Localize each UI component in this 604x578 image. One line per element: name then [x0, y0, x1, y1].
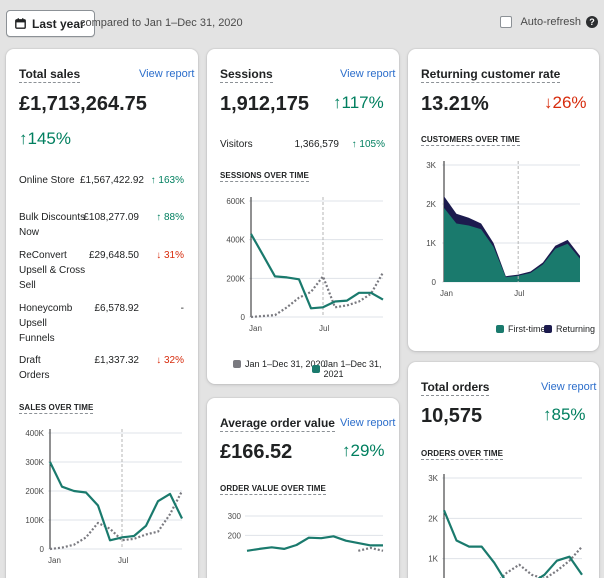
legend-returning-label: Returning	[556, 324, 596, 334]
total-sales-change: ↑145%	[19, 129, 71, 148]
orders-chart-title[interactable]: ORDERS OVER TIME	[421, 449, 504, 460]
sales-over-time-chart: 0 100K 200K 300K 400K Jan Jul	[25, 429, 183, 565]
returning-title[interactable]: Returning customer rate	[421, 67, 561, 83]
y-tick-label: 3K	[426, 161, 436, 170]
channel-name: Draft Orders	[19, 355, 50, 381]
channel-change: ↑ 88%	[156, 212, 184, 223]
y-tick-label: 600K	[226, 197, 245, 206]
channel-amount: £29,648.50	[88, 250, 139, 261]
sessions-change: ↑117%	[333, 93, 384, 112]
sales-chart-title[interactable]: SALES OVER TIME	[19, 403, 94, 414]
legend-current-label: Jan 1–Dec 31, 2021	[323, 359, 382, 379]
auto-refresh-label: Auto-refresh	[520, 16, 581, 28]
orders-over-time-chart: 1K 2K 3K	[428, 474, 583, 578]
x-tick-label: Jul	[319, 324, 329, 333]
legend-current-period: Jan 1–Dec 31, 2021	[312, 359, 399, 379]
auto-refresh-toggle[interactable]: Auto-refresh ?	[500, 16, 598, 28]
sessions-view-report-link[interactable]: View report	[340, 68, 395, 80]
y-tick-label: 200	[228, 531, 242, 540]
date-range-label: Last year	[32, 16, 85, 31]
customers-chart-title[interactable]: CUSTOMERS OVER TIME	[421, 135, 521, 146]
legend-first-time: First-time	[496, 324, 546, 334]
y-tick-label: 200K	[226, 274, 245, 283]
series-line-previous	[250, 271, 384, 319]
legend-swatch-first-time	[496, 325, 504, 333]
y-tick-label: 3K	[428, 474, 438, 483]
total-sales-value: £1,713,264.75	[19, 93, 147, 115]
series-line-current	[250, 233, 384, 310]
legend-swatch-returning	[544, 325, 552, 333]
y-tick-label: 200K	[25, 487, 44, 496]
sessions-value: 1,912,175	[220, 93, 309, 115]
sessions-over-time-chart: 0 200K 400K 600K Jan Jul	[226, 197, 384, 333]
legend-returning: Returning	[544, 324, 595, 334]
orders-view-report-link[interactable]: View report	[541, 381, 596, 393]
sessions-chart-title[interactable]: SESSIONS OVER TIME	[220, 171, 309, 182]
help-icon[interactable]: ?	[586, 16, 598, 28]
y-tick-label: 0	[432, 278, 437, 287]
sessions-title[interactable]: Sessions	[220, 67, 273, 83]
aov-value: £166.52	[220, 441, 293, 463]
orders-value: 10,575	[421, 405, 483, 427]
total-sales-card: Total sales View report £1,713,264.75 ↑1…	[6, 49, 198, 578]
y-tick-label: 1K	[426, 239, 436, 248]
order-value-over-time-chart: 200 300	[228, 512, 384, 552]
customers-over-time-chart: 0 1K 2K 3K Jan Jul	[426, 161, 580, 298]
sessions-card: Sessions View report 1,912,175 ↑117% Vis…	[207, 49, 399, 384]
returning-value: 13.21%	[421, 93, 489, 115]
y-tick-label: 0	[241, 313, 246, 322]
calendar-icon	[15, 18, 26, 29]
series-line-previous	[499, 545, 583, 578]
y-tick-label: 1K	[428, 555, 438, 564]
aov-view-report-link[interactable]: View report	[340, 417, 395, 429]
visitors-label: Visitors	[220, 139, 253, 150]
legend-swatch-current	[312, 365, 320, 373]
order-value-chart-title[interactable]: ORDER VALUE OVER TIME	[220, 484, 326, 495]
y-tick-label: 400K	[25, 429, 44, 438]
y-tick-label: 0	[40, 545, 45, 554]
series-line-current	[49, 461, 183, 542]
orders-change: ↑85%	[543, 405, 586, 424]
y-tick-label: 400K	[226, 236, 245, 245]
legend-swatch-previous	[233, 360, 241, 368]
total-sales-title[interactable]: Total sales	[19, 67, 81, 83]
total-sales-view-report-link[interactable]: View report	[139, 68, 194, 80]
channel-amount: £108,277.09	[83, 212, 139, 223]
legend-first-time-label: First-time	[508, 324, 546, 334]
x-tick-label: Jan	[48, 556, 61, 565]
y-tick-label: 2K	[426, 200, 436, 209]
y-tick-label: 100K	[25, 516, 44, 525]
x-tick-label: Jul	[118, 556, 128, 565]
auto-refresh-checkbox[interactable]	[500, 16, 513, 28]
channel-change: ↓ 32%	[156, 355, 184, 366]
channel-change: ↓ 31%	[156, 250, 184, 261]
top-bar: Last year compared to Jan 1–Dec 31, 2020…	[0, 0, 604, 46]
x-tick-label: Jul	[514, 289, 524, 298]
y-tick-label: 2K	[428, 514, 438, 523]
total-orders-card: Total orders View report 10,575 ↑85% ORD…	[408, 362, 599, 578]
channel-amount: £1,567,422.92	[80, 175, 144, 186]
returning-customer-card: Returning customer rate 13.21% ↓26% CUST…	[408, 49, 599, 351]
aov-title[interactable]: Average order value	[220, 416, 335, 432]
returning-change: ↓26%	[544, 93, 587, 112]
channel-name: Honeycomb Upsell Funnels	[19, 303, 73, 344]
channel-amount: £6,578.92	[94, 303, 140, 314]
series-line-current	[246, 535, 383, 552]
visitors-value: 1,366,579	[294, 139, 340, 150]
channel-amount: £1,337.32	[94, 355, 140, 366]
average-order-value-card: Average order value View report £166.52 …	[207, 398, 399, 578]
orders-title[interactable]: Total orders	[421, 380, 490, 396]
x-tick-label: Jan	[249, 324, 262, 333]
aov-change: ↑29%	[342, 441, 385, 460]
compare-period-text: compared to Jan 1–Dec 31, 2020	[80, 17, 243, 29]
channel-change: ↑ 163%	[150, 175, 184, 186]
y-tick-label: 300	[228, 512, 242, 521]
x-tick-label: Jan	[440, 289, 453, 298]
y-tick-label: 300K	[25, 458, 44, 467]
visitors-change: ↑ 105%	[351, 139, 385, 150]
channel-name: Online Store	[19, 175, 75, 186]
channel-change: -	[180, 303, 184, 314]
series-line-previous	[358, 546, 384, 552]
